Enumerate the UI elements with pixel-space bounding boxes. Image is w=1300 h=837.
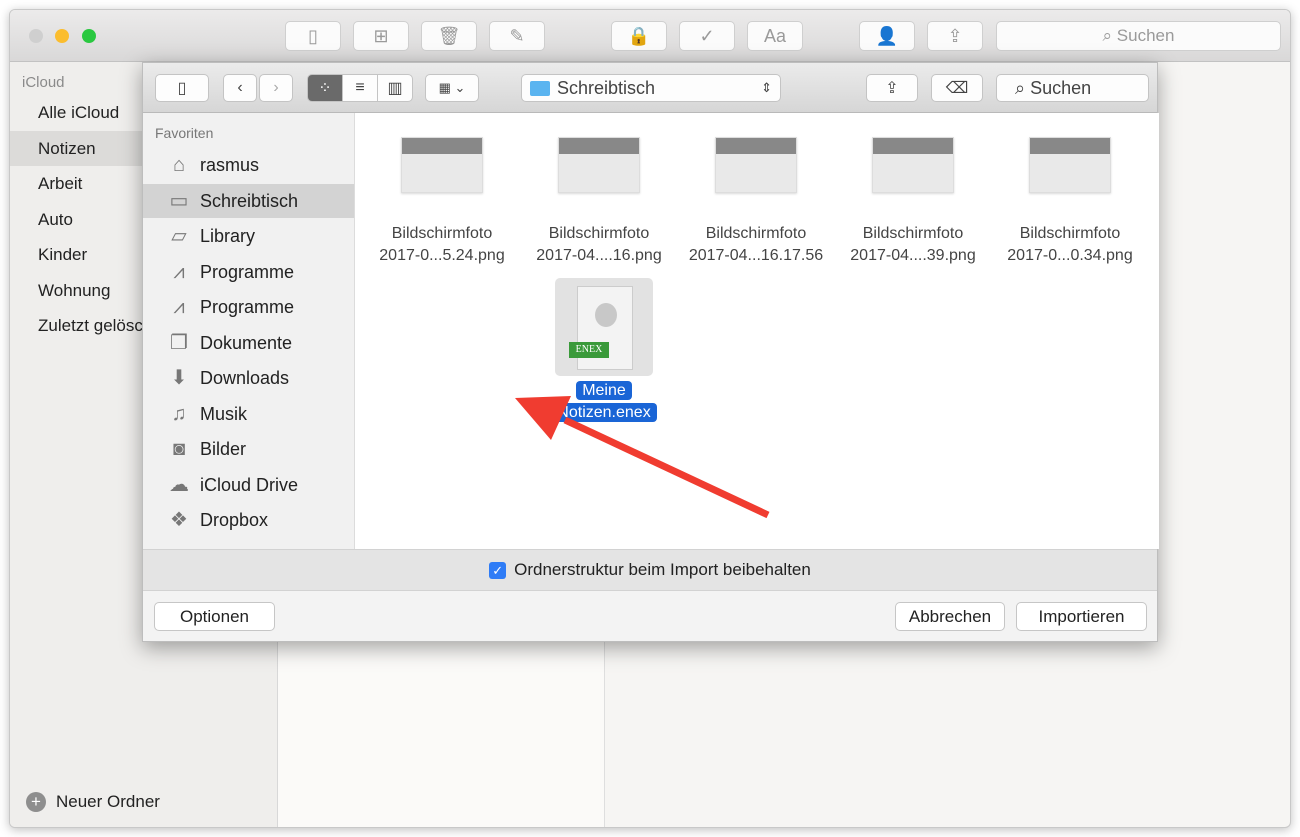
arrow-shaft (563, 416, 770, 519)
annotation-arrow (515, 396, 770, 519)
arrow-head (515, 396, 571, 440)
